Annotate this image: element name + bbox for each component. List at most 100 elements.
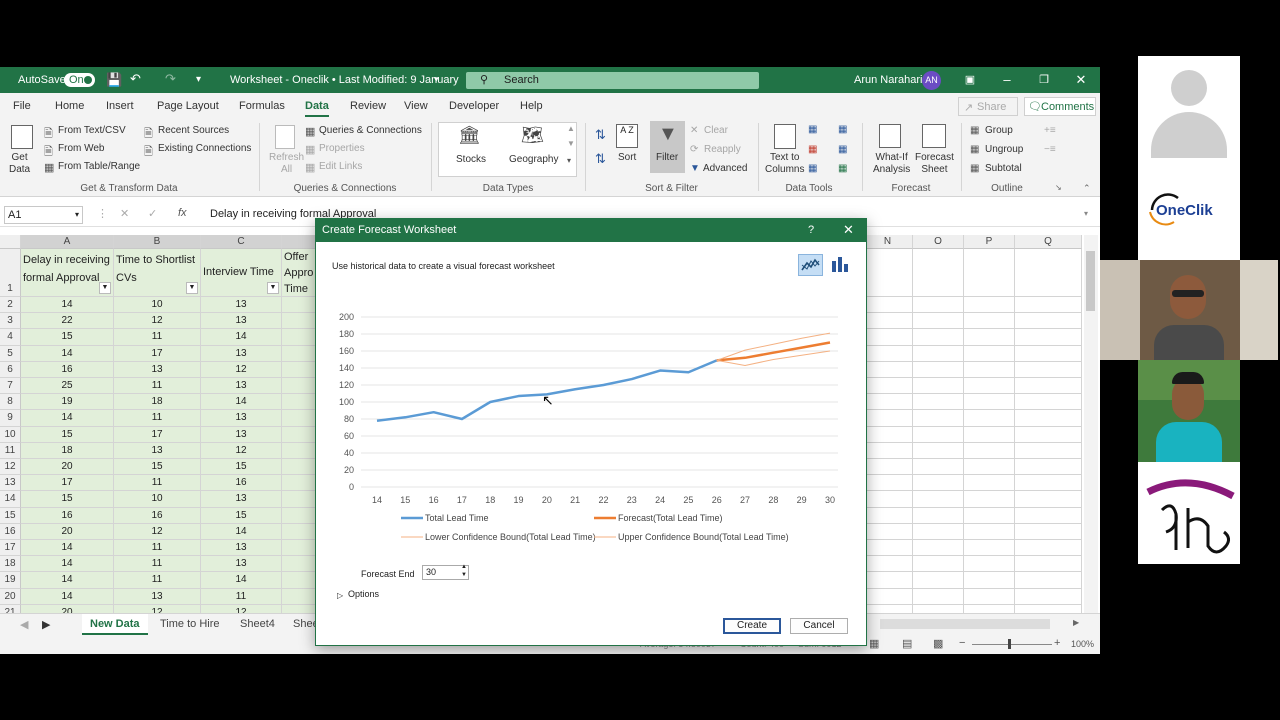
column-header-b[interactable]: B [114,235,201,249]
table-cell[interactable]: 14 [201,329,282,346]
table-cell[interactable] [964,313,1015,330]
zoom-in-icon[interactable]: + [1054,637,1060,649]
horizontal-scrollbar[interactable] [880,619,1050,629]
row-header[interactable]: 6 [0,361,21,378]
table-cell[interactable]: 12 [201,361,282,378]
table-cell[interactable]: 11 [114,475,201,492]
table-cell[interactable]: 19 [21,394,114,411]
table-cell[interactable] [964,361,1015,378]
row-header[interactable]: 2 [0,297,21,314]
header-cell-d[interactable]: Offer Appro Time [282,249,316,297]
options-toggle[interactable]: Options [348,589,379,599]
table-cell[interactable] [964,378,1015,395]
table-cell[interactable] [964,523,1015,540]
table-cell[interactable] [863,394,913,411]
table-cell[interactable]: 11 [114,329,201,346]
cancel-entry-icon[interactable]: ✕ [120,207,129,220]
table-cell[interactable] [863,313,913,330]
share-button[interactable]: ↗ Share [958,97,1018,116]
table-cell[interactable] [863,523,913,540]
outline-launcher-icon[interactable]: ↘ [1055,183,1062,192]
table-cell[interactable] [964,572,1015,589]
table-cell[interactable] [964,249,1015,297]
table-cell[interactable] [964,329,1015,346]
row-header[interactable]: 19 [0,572,21,589]
table-cell[interactable]: 13 [114,442,201,459]
zoom-slider[interactable] [972,644,1052,645]
column-header-a[interactable]: A [21,235,114,249]
row-header[interactable]: 11 [0,442,21,459]
header-cell-c[interactable]: Interview Time ▼ [201,249,282,297]
table-cell[interactable] [964,345,1015,362]
participant-tile-logo[interactable]: OneClik [1138,158,1240,260]
table-cell[interactable]: 14 [21,297,114,314]
gallery-more-icon[interactable]: ▾ [567,156,571,165]
title-chevron-down-icon[interactable]: ▾ [434,74,439,85]
sort-za-icon[interactable]: ⇅ [595,151,606,167]
autosave-toggle[interactable]: On [64,73,95,87]
column-chart-toggle[interactable] [828,254,853,276]
minimize-icon[interactable]: – [999,72,1015,88]
table-cell[interactable] [964,475,1015,492]
table-cell[interactable] [913,540,964,557]
table-cell[interactable] [863,378,913,395]
comments-button[interactable]: 🗨 Comments [1024,97,1096,116]
table-cell[interactable] [1015,540,1082,557]
table-cell[interactable]: 13 [201,426,282,443]
name-box-dropdown-icon[interactable]: ▾ [75,210,79,219]
participant-tile-signature[interactable] [1138,462,1240,564]
row-header[interactable]: 14 [0,491,21,508]
filter-dropdown-icon[interactable]: ▼ [99,282,111,294]
table-cell[interactable] [282,556,316,573]
table-cell[interactable]: 11 [201,588,282,605]
get-data-button[interactable]: Get Data [9,152,30,176]
table-cell[interactable] [863,249,913,297]
row-header[interactable]: 16 [0,523,21,540]
table-cell[interactable]: 15 [114,459,201,476]
table-cell[interactable] [964,426,1015,443]
table-cell[interactable]: 13 [201,313,282,330]
column-header-q[interactable]: Q [1015,235,1082,249]
row-header[interactable]: 15 [0,507,21,524]
table-cell[interactable]: 13 [201,540,282,557]
table-cell[interactable] [1015,426,1082,443]
table-cell[interactable]: 15 [201,507,282,524]
tab-page-layout[interactable]: Page Layout [157,100,219,112]
ungroup-button[interactable]: Ungroup [985,144,1023,155]
table-cell[interactable]: 12 [201,442,282,459]
table-cell[interactable]: 18 [114,394,201,411]
table-cell[interactable] [1015,588,1082,605]
table-cell[interactable]: 20 [21,459,114,476]
table-cell[interactable]: 14 [201,572,282,589]
get-data-icon[interactable] [11,125,33,149]
table-cell[interactable] [282,588,316,605]
tab-data[interactable]: Data [305,100,329,117]
table-cell[interactable] [913,475,964,492]
table-cell[interactable] [863,442,913,459]
table-cell[interactable]: 15 [201,459,282,476]
table-cell[interactable]: 11 [114,572,201,589]
table-cell[interactable] [282,475,316,492]
tab-developer[interactable]: Developer [449,100,499,112]
zoom-out-icon[interactable]: − [959,637,965,649]
row-header[interactable]: 10 [0,426,21,443]
table-cell[interactable] [913,442,964,459]
from-text-csv[interactable]: From Text/CSV [58,125,126,136]
table-cell[interactable] [863,588,913,605]
table-cell[interactable] [913,410,964,427]
show-detail-icon[interactable]: +≡ [1044,125,1056,136]
scroll-thumb[interactable] [1086,251,1095,311]
text-to-columns-button[interactable]: Text to Columns [765,152,804,176]
filter-button[interactable]: ▼ Filter [650,121,685,173]
consolidate-icon[interactable]: ▦ [838,124,847,135]
row-header[interactable]: 7 [0,378,21,395]
header-cell-a[interactable]: Delay in receiving formal Approval ▼ [21,249,114,297]
filter-dropdown-icon[interactable]: ▼ [267,282,279,294]
table-cell[interactable] [863,410,913,427]
table-cell[interactable]: 14 [21,588,114,605]
table-cell[interactable] [863,329,913,346]
subtotal-button[interactable]: Subtotal [985,163,1022,174]
table-cell[interactable]: 10 [114,491,201,508]
select-all-corner[interactable] [0,235,21,249]
table-cell[interactable] [1015,329,1082,346]
